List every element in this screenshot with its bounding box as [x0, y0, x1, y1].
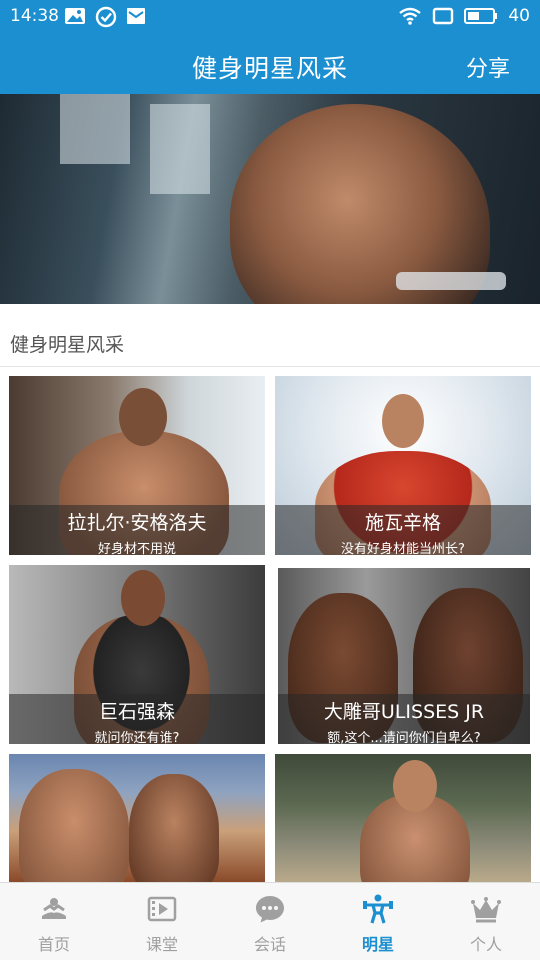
notification-icons — [64, 6, 146, 28]
crown-icon — [471, 897, 501, 923]
star-head — [121, 570, 165, 626]
tab-stars[interactable]: 明星 — [324, 883, 432, 960]
share-button[interactable]: 分享 — [466, 51, 510, 83]
tab-label: 课堂 — [145, 935, 178, 954]
page-title: 健身明星风采 — [191, 54, 348, 83]
tab-label: 个人 — [469, 935, 502, 954]
star-card-ulisses[interactable]: 大雕哥ULISSES JR 额,这个...请问你们自卑么? — [278, 568, 530, 744]
section-divider — [0, 366, 540, 367]
star-name: 施瓦辛格 — [364, 512, 441, 534]
star-name: 拉扎尔·安格洛夫 — [67, 512, 207, 534]
star-quote: 没有好身材能当州长? — [341, 542, 465, 555]
athlete-icon — [363, 894, 393, 924]
star-head — [393, 760, 437, 812]
battery-icon — [464, 8, 498, 24]
banner-image[interactable] — [0, 94, 540, 304]
battery-level: 40 — [508, 6, 530, 26]
banner-window — [150, 104, 210, 194]
banner-window — [60, 94, 130, 164]
tab-label: 会话 — [253, 935, 286, 954]
bottom-tab-bar: 首页 课堂 会话 明星 个人 — [0, 882, 540, 960]
check-circle-icon — [95, 6, 117, 28]
tab-home[interactable]: 首页 — [0, 883, 108, 960]
star-caption: 巨石强森 就问你还有谁? — [9, 694, 265, 744]
star-card-stallone[interactable] — [9, 754, 265, 882]
star-head — [382, 394, 424, 448]
mail-icon — [127, 8, 145, 24]
section-title: 健身明星风采 — [10, 334, 125, 356]
star-caption: 拉扎尔·安格洛夫 好身材不用说 — [9, 505, 265, 555]
home-dumbbell-icon — [42, 898, 66, 919]
app-bar: 健身明星风采 分享 — [0, 34, 540, 94]
screen-rotate-icon — [433, 7, 454, 25]
video-icon — [147, 896, 177, 922]
star-card-vin-diesel[interactable] — [275, 754, 531, 882]
star-card-the-rock[interactable]: 巨石强森 就问你还有谁? — [9, 565, 265, 744]
status-bar: 14:38 40 — [0, 0, 540, 34]
star-name: 大雕哥ULISSES JR — [323, 701, 485, 723]
chat-icon — [256, 896, 284, 923]
star-caption: 施瓦辛格 没有好身材能当州长? — [275, 505, 531, 555]
star-head — [119, 388, 167, 446]
tab-label: 明星 — [361, 935, 394, 954]
star-quote: 就问你还有谁? — [94, 731, 180, 744]
wifi-icon — [399, 7, 422, 25]
tab-profile[interactable]: 个人 — [432, 883, 540, 960]
star-quote: 额,这个...请问你们自卑么? — [327, 731, 481, 744]
banner-watermark — [396, 272, 506, 290]
star-figure — [129, 774, 219, 882]
tab-label: 首页 — [37, 935, 70, 954]
system-icons: 40 — [398, 6, 530, 26]
star-caption: 大雕哥ULISSES JR 额,这个...请问你们自卑么? — [278, 694, 530, 744]
star-quote: 好身材不用说 — [97, 542, 176, 555]
star-card-lazar[interactable]: 拉扎尔·安格洛夫 好身材不用说 — [9, 376, 265, 555]
tab-classroom[interactable]: 课堂 — [108, 883, 216, 960]
star-name: 巨石强森 — [98, 701, 175, 723]
image-icon — [65, 8, 85, 24]
status-time: 14:38 — [10, 6, 59, 26]
star-card-schwarzenegger[interactable]: 施瓦辛格 没有好身材能当州长? — [275, 376, 531, 555]
tab-chat[interactable]: 会话 — [216, 883, 324, 960]
star-figure — [19, 769, 129, 882]
